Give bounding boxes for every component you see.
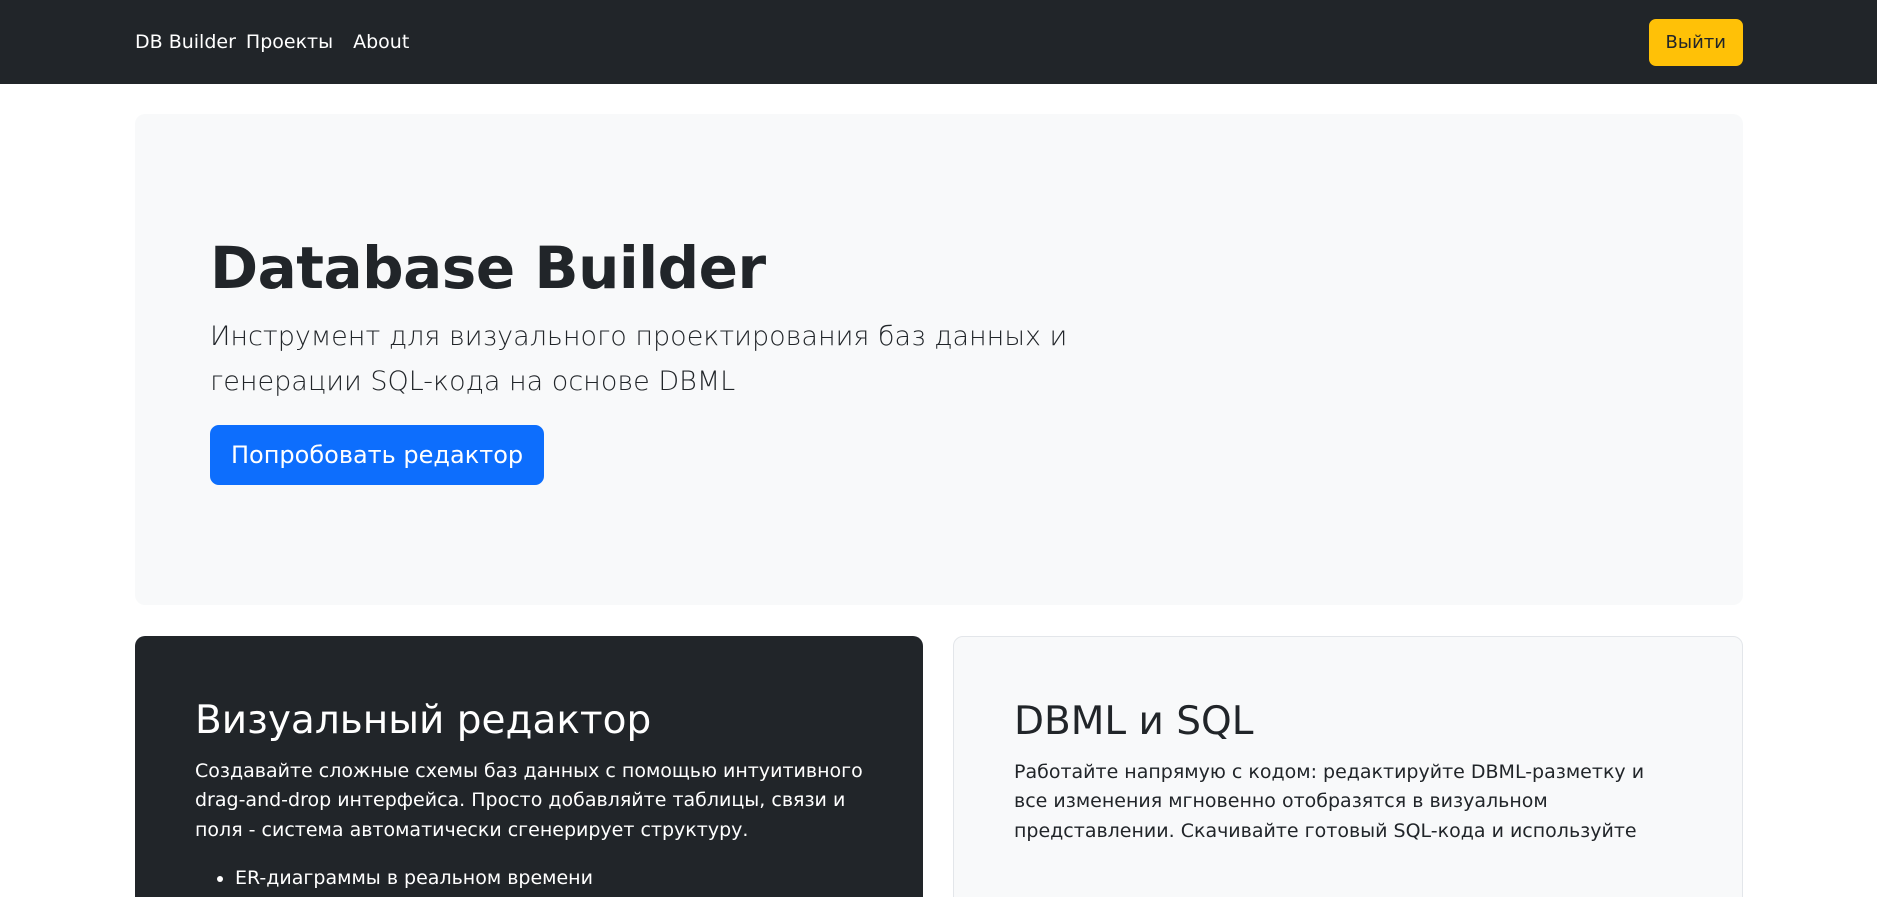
feature-text: Работайте напрямую с кодом: редактируйте… (1014, 760, 1645, 843)
hero-section: Database Builder Инструмент для визуальн… (135, 114, 1743, 605)
try-editor-button[interactable]: Попробовать редактор (210, 424, 545, 485)
feature-card-dbml-sql: DBML и SQL Работайте напрямую с кодом: р… (953, 636, 1743, 897)
main-container: Database Builder Инструмент для визуальн… (0, 114, 1877, 897)
nav-link-projects[interactable]: Проекты (246, 31, 333, 53)
logout-button[interactable]: Выйти (1648, 18, 1743, 66)
list-item: ER-диаграммы в реальном времени (235, 864, 863, 893)
nav-link-about[interactable]: About (353, 31, 409, 53)
features-row: Визуальный редактор Создавайте сложные с… (135, 636, 1743, 897)
feature-title: DBML и SQL (1014, 699, 1254, 744)
feature-card-visual-editor: Визуальный редактор Создавайте сложные с… (135, 636, 923, 897)
nav-left: DB Builder Проекты About (135, 31, 409, 53)
hero-title: Database Builder (210, 234, 766, 303)
hero-lead: Инструмент для визуального проектировани… (210, 320, 1068, 398)
navbar: DB Builder Проекты About Выйти (0, 0, 1877, 84)
brand-link[interactable]: DB Builder (135, 31, 236, 53)
feature-title: Визуальный редактор (195, 698, 652, 743)
feature-list: ER-диаграммы в реальном времени (195, 864, 863, 893)
feature-text: Создавайте сложные схемы баз данных с по… (195, 759, 863, 842)
